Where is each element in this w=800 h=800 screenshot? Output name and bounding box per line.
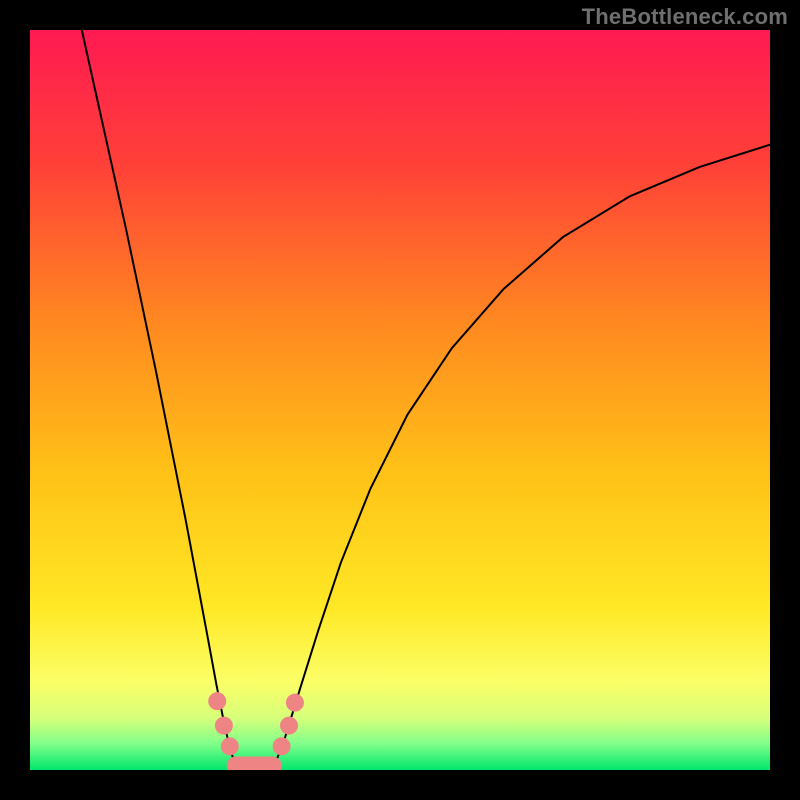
marker-dot-1	[215, 717, 233, 735]
watermark-text: TheBottleneck.com	[582, 4, 788, 30]
chart-frame: TheBottleneck.com	[0, 0, 800, 800]
marker-dot-5	[286, 694, 304, 712]
marker-dot-0	[208, 692, 226, 710]
marker-dot-4	[280, 717, 298, 735]
gradient-background	[30, 30, 770, 770]
marker-dot-3	[273, 737, 291, 755]
plot-area	[30, 30, 770, 770]
chart-svg	[30, 30, 770, 770]
marker-pill	[227, 757, 282, 770]
marker-dot-2	[221, 737, 239, 755]
